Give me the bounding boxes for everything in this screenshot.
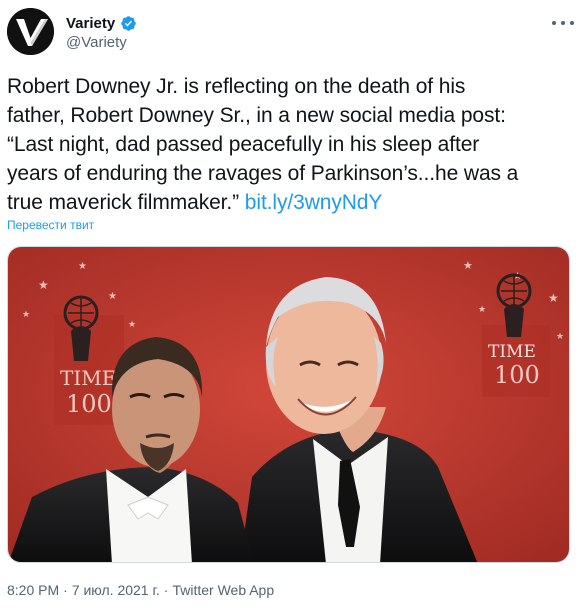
tweet-time[interactable]: 8:20 PM: [7, 582, 59, 598]
verified-badge-icon: [121, 15, 136, 31]
svg-text:★: ★: [128, 320, 136, 330]
backdrop-text-100-left: 100: [66, 390, 112, 418]
tweet-text-line: true maverick filmmaker.”: [7, 191, 240, 214]
svg-text:★: ★: [556, 332, 564, 342]
tweet-text-last-line: true maverick filmmaker.” bit.ly/3wnyNdY: [7, 188, 577, 217]
tweet-photo[interactable]: ★ ★ ★ ★ ★ ★ ★ ★ ★ ★ TIME 100 TIME 100: [7, 246, 570, 563]
svg-text:★: ★: [548, 291, 559, 305]
photo-illustration: ★ ★ ★ ★ ★ ★ ★ ★ ★ ★ TIME 100 TIME 100: [8, 247, 569, 562]
tweet-text: Robert Downey Jr. is reflecting on the d…: [7, 72, 577, 217]
svg-text:★: ★: [22, 310, 30, 320]
svg-text:★: ★: [78, 261, 87, 272]
author-name-row: Variety: [66, 13, 137, 33]
meta-separator: ·: [63, 582, 68, 598]
backdrop-text-time-left: TIME: [60, 366, 116, 390]
tweet-text-line: years of enduring the ravages of Parkins…: [7, 162, 519, 185]
dot: [552, 21, 556, 25]
tweet-date[interactable]: 7 июл. 2021 г.: [72, 582, 160, 598]
translate-tweet-link[interactable]: Перевести твит: [7, 218, 94, 232]
tweet-client[interactable]: Twitter Web App: [172, 582, 274, 598]
author-display-name[interactable]: Variety: [66, 15, 115, 32]
tweet-card: Variety @Variety Robert Downey Jr. is re…: [0, 0, 586, 612]
backdrop-text-100-right: 100: [494, 361, 540, 389]
tweet-text-line: “Last night, dad passed peacefully in hi…: [7, 133, 480, 156]
more-horizontal-icon[interactable]: [552, 14, 574, 32]
author-avatar[interactable]: [7, 8, 54, 55]
tweet-link[interactable]: bit.ly/3wnyNdY: [245, 191, 383, 214]
tweet-text-line: Robert Downey Jr. is reflecting on the d…: [7, 75, 466, 98]
svg-text:★: ★: [478, 305, 486, 315]
tweet-meta: 8:20 PM · 7 июл. 2021 г. · Twitter Web A…: [7, 582, 274, 598]
backdrop-text-time-right: TIME: [488, 342, 536, 362]
svg-text:★: ★: [108, 291, 117, 302]
author-handle[interactable]: @Variety: [66, 34, 127, 51]
svg-text:★: ★: [463, 259, 473, 272]
tweet-text-line: father, Robert Downey Sr., in a new soci…: [7, 104, 506, 127]
dot: [570, 21, 574, 25]
meta-separator: ·: [163, 582, 169, 598]
dot: [561, 21, 565, 25]
svg-text:★: ★: [38, 278, 49, 292]
variety-logo-icon: [7, 8, 54, 55]
